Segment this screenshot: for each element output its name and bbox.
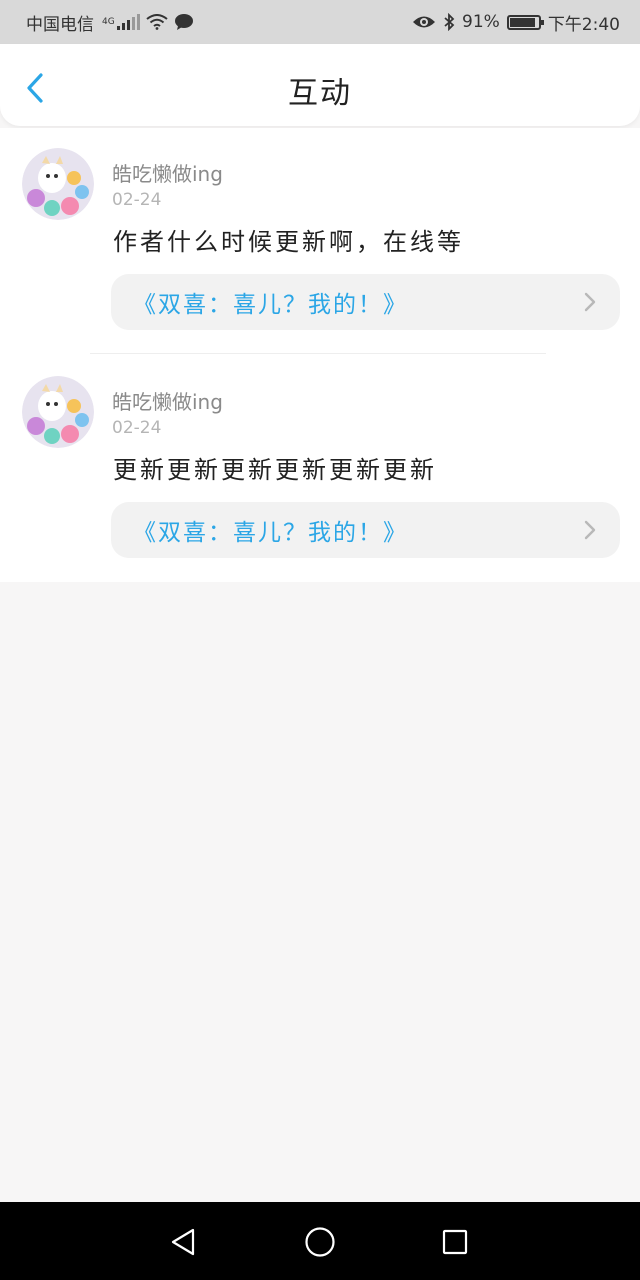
- system-nav-bar: [0, 1202, 640, 1280]
- back-triangle-icon: [171, 1228, 195, 1256]
- comment-text: 更新更新更新更新更新更新: [113, 456, 437, 484]
- avatar[interactable]: [22, 148, 94, 220]
- status-left: 中国电信 4G: [26, 10, 194, 35]
- recents-square-icon: [442, 1229, 468, 1255]
- chat-icon: [174, 14, 193, 30]
- avatar[interactable]: [22, 376, 94, 448]
- comment-date: 02-24: [112, 418, 162, 438]
- battery-fill: [509, 17, 536, 27]
- username[interactable]: 皓吃懒做ing: [112, 158, 223, 187]
- book-link[interactable]: 《双喜：喜儿？我的！》: [111, 274, 620, 330]
- book-title: 《双喜：喜儿？我的！》: [133, 292, 408, 318]
- battery-icon: [506, 14, 544, 30]
- nav-home-button[interactable]: [300, 1224, 340, 1260]
- nav-recents-button[interactable]: [435, 1224, 475, 1260]
- divider: [90, 353, 546, 354]
- book-link[interactable]: 《双喜：喜儿？我的！》: [111, 502, 620, 558]
- status-time: 下午2:40: [547, 14, 620, 35]
- nav-back-button[interactable]: [163, 1224, 203, 1260]
- username[interactable]: 皓吃懒做ing: [112, 386, 223, 415]
- page-title: 互动: [288, 76, 352, 111]
- comment-text: 作者什么时候更新啊，在线等: [113, 228, 464, 256]
- status-right: 91% 下午2:40: [412, 10, 620, 35]
- bluetooth-icon: [444, 13, 455, 31]
- header: 互动: [0, 44, 640, 126]
- home-circle-icon: [305, 1227, 335, 1257]
- list-item: 皓吃懒做ing 02-24 作者什么时候更新啊，在线等 《双喜：喜儿？我的！》: [0, 128, 640, 356]
- battery-percent: 91%: [462, 12, 500, 32]
- signal-icon: [116, 14, 140, 30]
- interaction-list: 皓吃懒做ing 02-24 作者什么时候更新啊，在线等 《双喜：喜儿？我的！》: [0, 128, 640, 582]
- status-bar: 中国电信 4G 91% 下午2:40: [0, 0, 640, 44]
- list-item: 皓吃懒做ing 02-24 更新更新更新更新更新更新 《双喜：喜儿？我的！》: [0, 356, 640, 584]
- chevron-right-icon: [584, 292, 596, 312]
- wifi-icon: [146, 14, 168, 30]
- comment-date: 02-24: [112, 190, 162, 210]
- chevron-right-icon: [584, 520, 596, 540]
- network-type-label: 4G: [102, 17, 115, 27]
- carrier-label: 中国电信: [26, 14, 94, 35]
- eye-icon: [413, 16, 436, 28]
- book-title: 《双喜：喜儿？我的！》: [133, 520, 408, 546]
